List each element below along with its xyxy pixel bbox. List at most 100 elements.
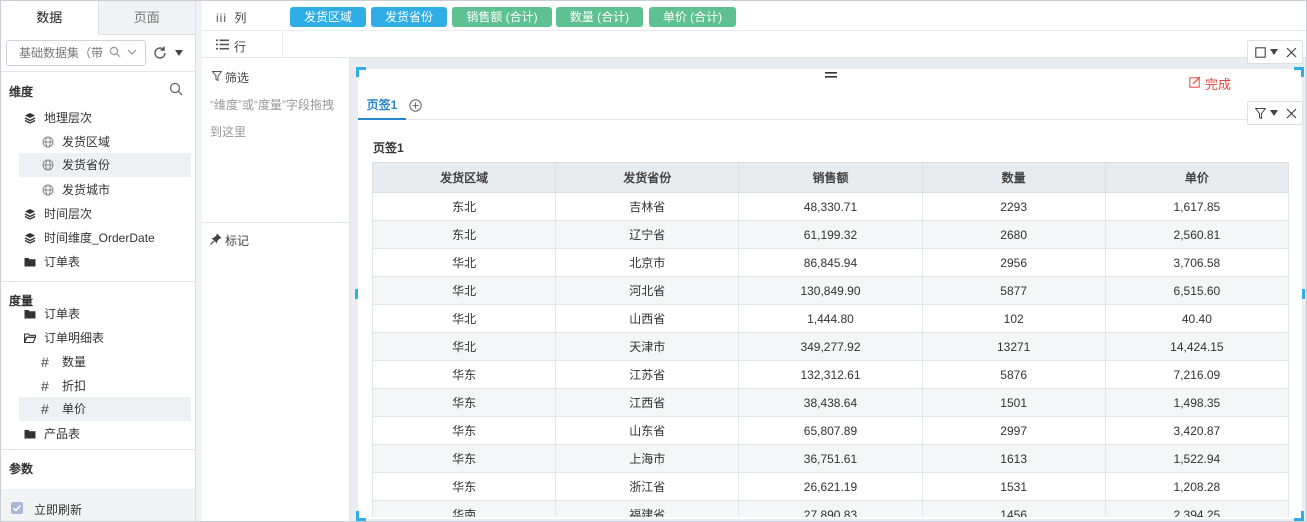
table-cell: 2,560.81 [1104, 220, 1289, 249]
layers-icon [24, 233, 36, 244]
caret-down-icon[interactable] [1270, 110, 1278, 117]
resize-corner[interactable] [1294, 511, 1304, 521]
table-cell: 江苏省 [555, 360, 740, 389]
square-icon[interactable] [1255, 47, 1266, 58]
column-header[interactable]: 数量 [921, 162, 1106, 193]
dimension-item[interactable]: 地理层次 [19, 106, 191, 130]
tab-data[interactable]: 数据 [1, 1, 99, 35]
table-cell: 130,849.90 [738, 276, 923, 305]
table-cell: 61,199.32 [738, 220, 923, 249]
dimension-item[interactable]: 发货区域 [19, 130, 191, 154]
caret-down-icon[interactable] [1270, 49, 1278, 56]
table-row[interactable]: 华东 浙江省 26,621.19 1531 1,208.28 [372, 472, 1289, 501]
table-row[interactable]: 华南 福建省 27,890.83 1456 2,394.25 [372, 500, 1289, 517]
resize-handle-right[interactable] [1302, 289, 1305, 299]
resize-corner[interactable] [1294, 67, 1304, 77]
table-row[interactable]: 华北 北京市 86,845.94 2956 3,706.58 [372, 248, 1289, 277]
table-cell: 华北 [372, 332, 557, 361]
table-cell: 华北 [372, 304, 557, 333]
column-header[interactable]: 发货省份 [555, 162, 740, 193]
table-cell: 1,208.28 [1104, 472, 1289, 501]
column-header[interactable]: 发货区域 [372, 162, 557, 193]
table-cell: 山东省 [555, 416, 740, 445]
resize-corner[interactable] [356, 67, 366, 77]
dimension-item[interactable]: 时间维度_OrderDate [19, 226, 191, 250]
tab-page[interactable]: 页面 [98, 1, 195, 35]
filter-mark-panel: 筛选 “维度”或“度量”字段拖拽到这里 标记 [202, 58, 350, 521]
filter-drop-hint[interactable]: “维度”或“度量”字段拖拽到这里 [210, 92, 340, 146]
table-cell: 1613 [921, 444, 1106, 473]
refresh-icon[interactable] [152, 45, 168, 61]
measure-item[interactable]: # 单价 [19, 397, 191, 421]
page-tab[interactable]: 页签1 [358, 92, 406, 120]
caret-down-icon[interactable] [173, 47, 185, 59]
measure-item[interactable]: 产品表 [19, 422, 191, 446]
measure-item[interactable]: # 数量 [19, 350, 191, 374]
search-icon[interactable] [109, 46, 121, 58]
table-cell: 华东 [372, 388, 557, 417]
column-field-pill[interactable]: 发货区域 [290, 7, 366, 27]
dimension-item[interactable]: 发货城市 [19, 178, 191, 202]
resize-handle-left[interactable] [355, 289, 358, 299]
column-field-pill[interactable]: 单价 (合计) [649, 7, 736, 27]
column-header[interactable]: 单价 [1104, 162, 1289, 193]
divider [1, 449, 195, 450]
app-frame: 数据 页面 基础数据集（带 维度 地理层次 发货区域 发货省份 发货城市 时间层… [0, 0, 1307, 522]
done-label: 完成 [1205, 77, 1232, 92]
table-row[interactable]: 华东 江苏省 132,312.61 5876 7,216.09 [372, 360, 1289, 389]
table-row[interactable]: 华北 山西省 1,444.80 102 40.40 [372, 304, 1289, 333]
row-shelf-label: 行 [234, 40, 247, 54]
folder-icon [24, 430, 36, 439]
column-field-pill[interactable]: 销售额 (合计) [452, 7, 552, 27]
table-cell: 华东 [372, 416, 557, 445]
table-row[interactable]: 华北 天津市 349,277.92 13271 14,424.15 [372, 332, 1289, 361]
table-cell: 东北 [372, 220, 557, 249]
table-cell: 1,498.35 [1104, 388, 1289, 417]
measure-item-label: 数量 [62, 355, 87, 369]
column-field-pill[interactable]: 数量 (合计) [556, 7, 643, 27]
table-row[interactable]: 华东 上海市 36,751.61 1613 1,522.94 [372, 444, 1289, 473]
table-cell: 辽宁省 [555, 220, 740, 249]
column-shelf-label: 列 [234, 11, 247, 25]
measure-item-label: 折扣 [62, 379, 87, 393]
auto-refresh-checkbox[interactable] [11, 502, 23, 514]
resize-corner[interactable] [356, 511, 366, 521]
table-row[interactable]: 华东 山东省 65,807.89 2997 3,420.87 [372, 416, 1289, 445]
close-icon[interactable] [1286, 108, 1297, 119]
table-row[interactable]: 东北 吉林省 48,330.71 2293 1,617.85 [372, 192, 1289, 221]
dataset-select[interactable]: 基础数据集（带 [6, 40, 146, 66]
dimension-item[interactable]: 订单表 [19, 250, 191, 274]
column-shelf-title: iii 列 [216, 9, 246, 26]
dimension-item[interactable]: 发货省份 [19, 153, 191, 177]
chevron-down-icon[interactable] [126, 46, 138, 58]
table-widget[interactable]: 完成 页签1 页签1 发货区域 发货省份 销售额 数量 单价 东北 吉林省 48… [355, 67, 1305, 521]
close-icon[interactable] [1286, 47, 1297, 58]
table-cell: 26,621.19 [738, 472, 923, 501]
dimension-item[interactable]: 时间层次 [19, 202, 191, 226]
table-row[interactable]: 东北 辽宁省 61,199.32 2680 2,560.81 [372, 220, 1289, 249]
measure-list: 订单表 订单明细表 # 数量 # 折扣 # 单价 产品表 [1, 307, 195, 447]
table-cell: 48,330.71 [738, 192, 923, 221]
measure-item[interactable]: # 折扣 [19, 374, 191, 398]
measure-item[interactable]: 订单表 [19, 307, 191, 326]
table-cell: 7,216.09 [1104, 360, 1289, 389]
row-drop-zone[interactable] [282, 31, 1306, 58]
column-header[interactable]: 销售额 [738, 162, 923, 193]
globe-icon [42, 136, 54, 148]
table-row[interactable]: 华北 河北省 130,849.90 5877 6,515.60 [372, 276, 1289, 305]
check-icon [12, 504, 22, 512]
drag-handle-icon[interactable] [824, 69, 838, 81]
filter-icon[interactable] [1255, 108, 1266, 119]
column-field-pill[interactable]: 发货省份 [371, 7, 447, 27]
measure-item-label: 订单明细表 [44, 331, 105, 345]
table-row[interactable]: 华东 江西省 38,438.64 1501 1,498.35 [372, 388, 1289, 417]
dataset-row: 基础数据集（带 [6, 40, 192, 66]
add-tab-icon[interactable] [409, 99, 422, 112]
table-cell: 华东 [372, 472, 557, 501]
table-cell: 38,438.64 [738, 388, 923, 417]
measure-item[interactable]: 订单明细表 [19, 326, 191, 350]
table-cell: 13271 [921, 332, 1106, 361]
table-viewport[interactable]: 发货区域 发货省份 销售额 数量 单价 东北 吉林省 48,330.71 2293 1,… [372, 162, 1289, 517]
table-cell: 2956 [921, 248, 1106, 277]
search-icon[interactable] [169, 82, 183, 96]
